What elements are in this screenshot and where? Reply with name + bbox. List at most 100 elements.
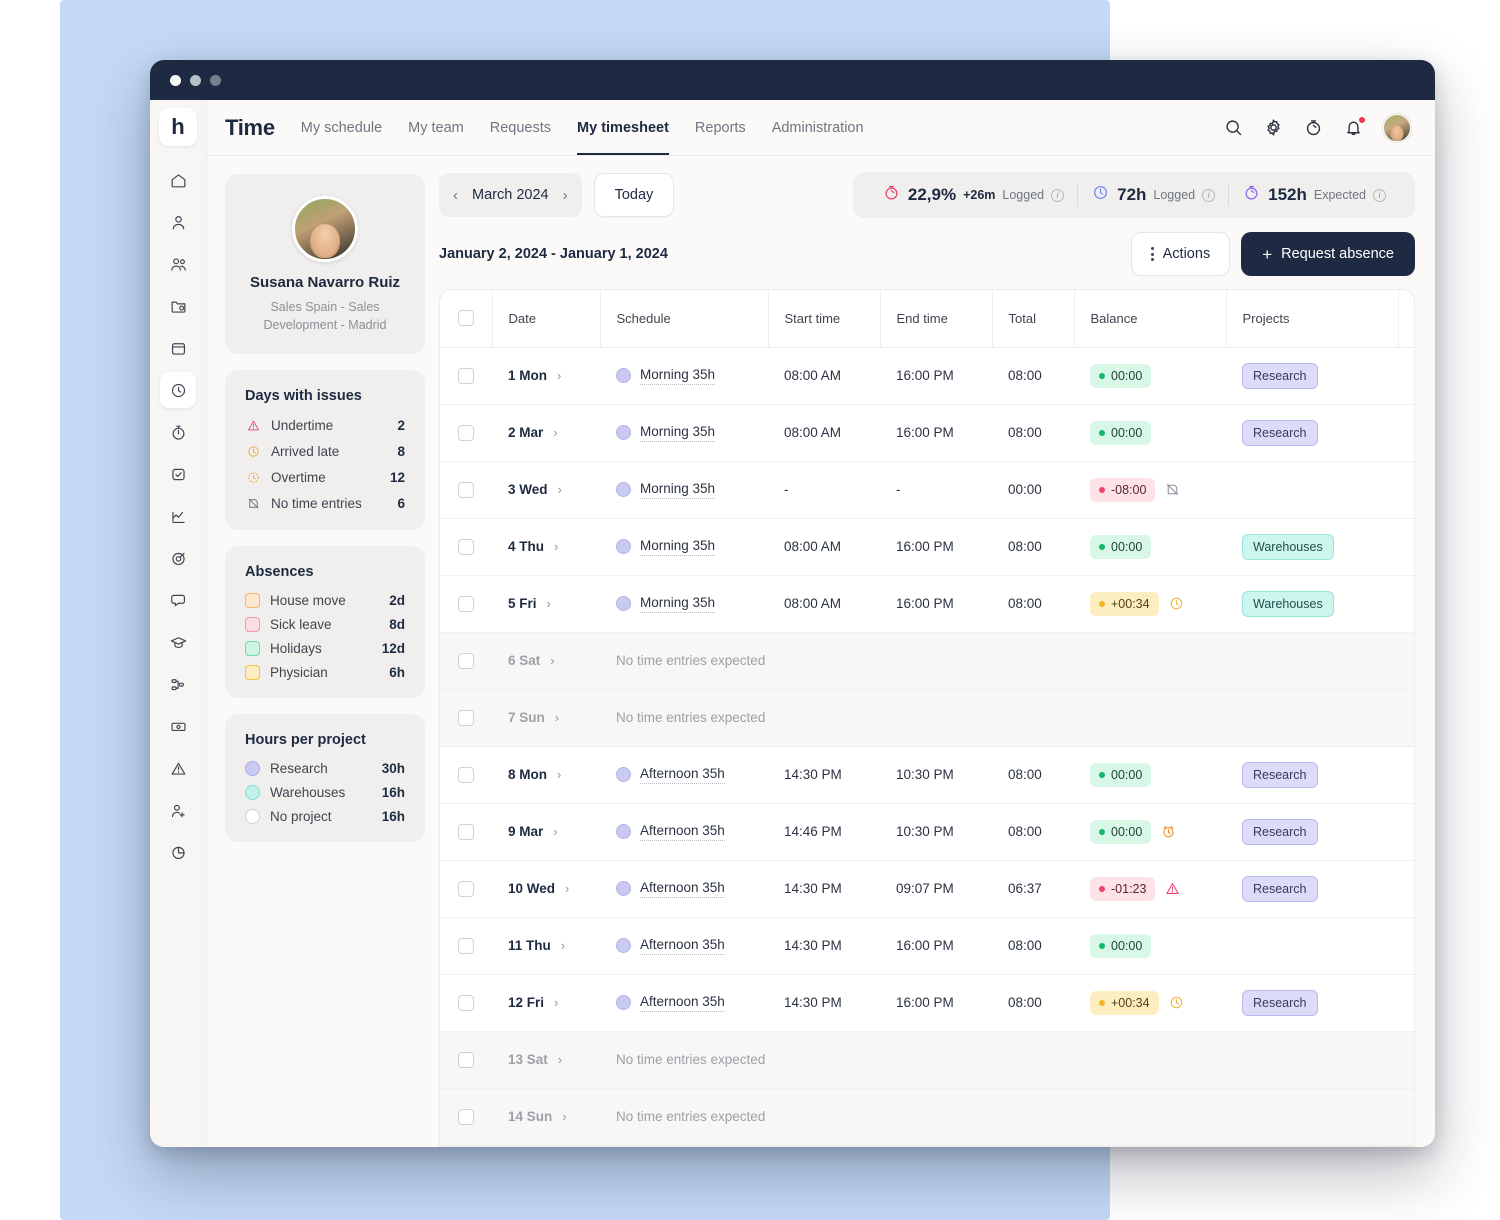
stopwatch-icon[interactable] — [160, 414, 196, 450]
window-minimize-dot[interactable] — [190, 74, 201, 86]
project-tag[interactable]: Research — [1242, 818, 1318, 845]
row-end-time[interactable]: - — [880, 461, 992, 519]
row-checkbox[interactable] — [458, 367, 474, 384]
gear-icon[interactable] — [1263, 117, 1284, 138]
row-end-time[interactable]: 16:00 PM — [880, 347, 992, 405]
prev-month-button[interactable]: ‹ — [453, 188, 458, 203]
row-start-time[interactable]: 14:30 PM — [768, 974, 880, 1032]
row-checkbox[interactable] — [458, 424, 474, 441]
row-checkbox[interactable] — [458, 538, 474, 555]
table-row[interactable]: 7 Sun › No time entries expected — [440, 689, 1414, 747]
row-checkbox[interactable] — [458, 880, 474, 897]
issue-overtime[interactable]: Overtime 12 — [245, 469, 405, 486]
row-checkbox[interactable] — [458, 766, 474, 783]
folder-icon[interactable] — [160, 288, 196, 324]
avatar[interactable] — [1383, 113, 1411, 142]
table-row[interactable]: 9 Mar › Afternoon 35h 14:46 PM 10:30 PM 08:00… — [440, 803, 1415, 861]
window-close-dot[interactable] — [170, 74, 181, 86]
home-icon[interactable] — [160, 162, 196, 198]
project-tag[interactable]: Research — [1242, 419, 1318, 446]
add-user-icon[interactable] — [160, 792, 196, 828]
next-month-button[interactable]: › — [563, 188, 568, 203]
row-checkbox[interactable] — [458, 937, 474, 954]
task-check-icon[interactable] — [160, 456, 196, 492]
row-schedule-cell[interactable]: Morning 35h — [600, 461, 768, 519]
table-row[interactable]: 14 Sun › No time entries expected — [440, 1088, 1414, 1146]
request-absence-button[interactable]: + Request absence — [1241, 232, 1415, 276]
row-checkbox[interactable] — [458, 652, 474, 669]
row-start-time[interactable]: 14:46 PM — [768, 803, 880, 861]
row-schedule-cell[interactable]: Afternoon 35h — [600, 974, 768, 1032]
row-end-time[interactable]: 16:00 PM — [880, 974, 992, 1032]
row-checkbox[interactable] — [458, 481, 474, 498]
table-row[interactable]: 6 Sat › No time entries expected — [440, 632, 1414, 690]
row-schedule-cell[interactable]: Morning 35h — [600, 404, 768, 462]
user-icon[interactable] — [160, 204, 196, 240]
row-start-time[interactable]: 14:30 PM — [768, 917, 880, 975]
chat-icon[interactable] — [160, 582, 196, 618]
info-icon[interactable]: i — [1202, 188, 1216, 202]
window-maximize-dot[interactable] — [210, 74, 221, 86]
issue-undertime[interactable]: Undertime 2 — [245, 417, 405, 434]
nav-requests[interactable]: Requests — [490, 100, 551, 155]
row-end-time[interactable]: 10:30 PM — [880, 803, 992, 861]
row-end-time[interactable]: 16:00 PM — [880, 917, 992, 975]
absence-physician[interactable]: Physician 6h — [245, 665, 405, 681]
row-start-time[interactable]: 08:00 AM — [768, 404, 880, 462]
row-schedule-cell[interactable]: Afternoon 35h — [600, 803, 768, 861]
nav-reports[interactable]: Reports — [695, 100, 746, 155]
search-icon[interactable] — [1223, 117, 1244, 138]
project-tag[interactable]: Research — [1242, 362, 1318, 389]
row-start-time[interactable]: 08:00 AM — [768, 575, 880, 633]
row-end-time[interactable]: 16:00 PM — [880, 404, 992, 462]
row-schedule-cell[interactable]: Morning 35h — [600, 575, 768, 633]
nav-my-schedule[interactable]: My schedule — [301, 100, 382, 155]
table-row[interactable]: 5 Fri › Morning 35h 08:00 AM 16:00 PM 08:00 +0… — [440, 575, 1415, 633]
row-schedule-cell[interactable]: Morning 35h — [600, 347, 768, 405]
table-row[interactable]: 4 Thu › Morning 35h 08:00 AM 16:00 PM 08:00 00… — [440, 518, 1414, 576]
row-end-time[interactable]: 10:30 PM — [880, 746, 992, 804]
row-checkbox[interactable] — [458, 823, 474, 840]
clock-icon[interactable] — [160, 372, 196, 408]
table-row[interactable]: 2 Mar › Morning 35h 08:00 AM 16:00 PM 08:00 00… — [440, 404, 1415, 462]
alert-icon[interactable] — [160, 750, 196, 786]
graduation-cap-icon[interactable] — [160, 624, 196, 660]
row-schedule-cell[interactable]: Afternoon 35h — [600, 860, 768, 918]
note-icon[interactable] — [1414, 827, 1415, 842]
table-row[interactable]: 13 Sat › No time entries expected — [440, 1031, 1414, 1089]
issue-arrived-late[interactable]: Arrived late 8 — [245, 443, 405, 460]
project-hours-research[interactable]: Research 30h — [245, 761, 405, 777]
stopwatch-icon[interactable] — [1303, 117, 1324, 138]
row-checkbox[interactable] — [458, 595, 474, 612]
row-end-time[interactable]: 16:00 PM — [880, 518, 992, 576]
info-icon[interactable]: i — [1051, 188, 1065, 202]
note-icon[interactable] — [1414, 599, 1415, 614]
money-icon[interactable] — [160, 708, 196, 744]
table-row[interactable]: 11 Thu › Afternoon 35h 14:30 PM 16:00 PM 08:0… — [440, 917, 1414, 975]
absence-holidays[interactable]: Holidays 12d — [245, 641, 405, 657]
info-icon[interactable]: i — [1373, 188, 1386, 202]
issue-no-time-entries[interactable]: No time entries 6 — [245, 495, 405, 512]
select-all-checkbox[interactable] — [458, 310, 474, 327]
absence-sick-leave[interactable]: Sick leave 8d — [245, 617, 405, 633]
row-schedule-cell[interactable]: Morning 35h — [600, 518, 768, 576]
row-checkbox[interactable] — [458, 1051, 474, 1068]
table-row[interactable]: 10 Wed › Afternoon 35h 14:30 PM 09:07 PM 06:3… — [440, 860, 1414, 918]
note-icon[interactable] — [1414, 428, 1415, 443]
row-schedule-cell[interactable]: Afternoon 35h — [600, 746, 768, 804]
today-button[interactable]: Today — [593, 173, 675, 217]
actions-button[interactable]: Actions — [1130, 232, 1231, 276]
project-tag[interactable]: Warehouses — [1242, 533, 1334, 560]
table-row[interactable]: 12 Fri › Afternoon 35h 14:30 PM 16:00 PM 08:0… — [440, 974, 1414, 1032]
row-schedule-cell[interactable]: Afternoon 35h — [600, 917, 768, 975]
row-start-time[interactable]: - — [768, 461, 880, 519]
row-checkbox[interactable] — [458, 994, 474, 1011]
row-start-time[interactable]: 14:30 PM — [768, 746, 880, 804]
table-row[interactable]: 8 Mon › Afternoon 35h 14:30 PM 10:30 PM 08:00… — [440, 746, 1414, 804]
project-hours-no-project[interactable]: No project 16h — [245, 809, 405, 825]
project-tag[interactable]: Warehouses — [1242, 590, 1334, 617]
nav-my-timesheet[interactable]: My timesheet — [577, 100, 669, 155]
target-icon[interactable] — [160, 540, 196, 576]
calendar-icon[interactable] — [160, 330, 196, 366]
users-icon[interactable] — [160, 246, 196, 282]
